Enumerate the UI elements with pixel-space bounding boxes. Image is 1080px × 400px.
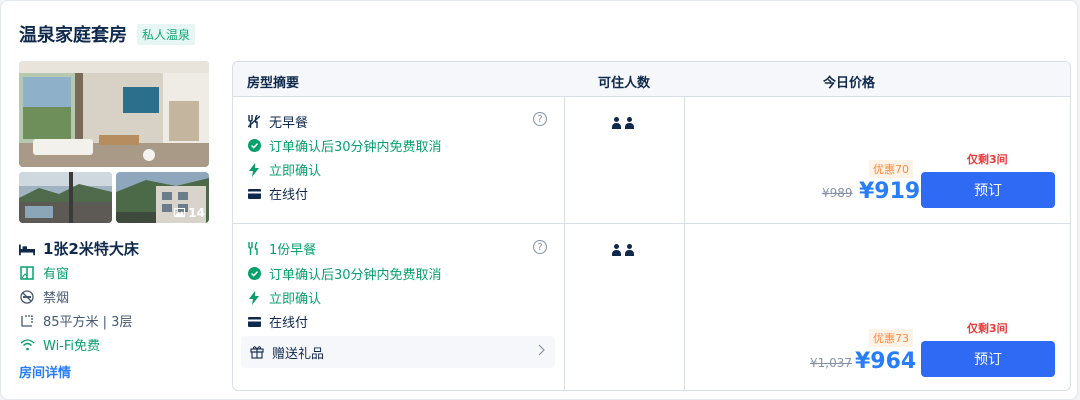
meal-label: 1份早餐 — [269, 243, 317, 258]
check-circle-icon — [247, 267, 261, 281]
feature-wifi: Wi-Fi免费 — [19, 335, 100, 354]
confirm-label: 立即确认 — [269, 292, 322, 307]
utensils-icon — [247, 242, 261, 256]
feature-area: 85平方米 | 3层 — [19, 311, 132, 330]
discount-badge: 优惠70 — [869, 160, 913, 178]
column-divider — [684, 96, 685, 390]
lightning-icon — [247, 162, 261, 177]
gift-row[interactable]: 赠送礼品 — [241, 336, 555, 368]
room-card: 温泉家庭套房 私人温泉 14 1张2米特大床 有窗 禁烟 85平方米 | 3层 … — [0, 0, 1078, 400]
smoking-label: 禁烟 — [43, 291, 70, 306]
rooms-left: 仅剩3间 — [967, 322, 1008, 335]
photo-count: 14 — [174, 206, 205, 220]
header-price: 今日价格 — [823, 76, 876, 91]
feature-smoking: 禁烟 — [19, 287, 69, 306]
room-detail-link[interactable]: 房间详情 — [19, 362, 71, 381]
feature-bed: 1张2米特大床 — [19, 238, 139, 259]
area-label: 85平方米 | 3层 — [43, 315, 133, 330]
rooms-left: 仅剩3间 — [967, 153, 1008, 166]
photo-count-value: 14 — [188, 206, 205, 220]
check-circle-icon — [247, 139, 261, 153]
header-summary: 房型摘要 — [247, 76, 300, 91]
meal-label: 无早餐 — [269, 116, 309, 131]
feature-window: 有窗 — [19, 263, 69, 282]
current-price: ¥964 — [855, 349, 917, 374]
window-icon — [19, 265, 35, 281]
book-button[interactable]: 预订 — [921, 172, 1055, 208]
person-icon — [611, 117, 622, 129]
rate-table-header: 房型摘要 可住人数 今日价格 — [233, 62, 1070, 97]
help-icon[interactable]: ? — [533, 240, 547, 254]
occupancy-icon — [611, 244, 635, 256]
column-divider — [564, 96, 565, 390]
meal-line: 1份早餐 — [247, 239, 316, 258]
bed-label: 1张2米特大床 — [43, 240, 139, 258]
cancel-line: 订单确认后30分钟内免费取消 — [247, 136, 442, 155]
confirm-line: 立即确认 — [247, 160, 321, 179]
wifi-icon — [19, 337, 35, 353]
rate-table: 房型摘要 可住人数 今日价格 无早餐 ? 订单确认后30分钟内免费取消 立即确认… — [232, 61, 1071, 391]
meal-line: 无早餐 — [247, 112, 308, 131]
room-photo-main[interactable] — [19, 61, 209, 167]
room-photo-thumb-2[interactable]: 14 — [116, 172, 209, 223]
room-photo-thumb-1[interactable] — [19, 172, 112, 223]
pay-label: 在线付 — [269, 316, 309, 331]
room-header: 温泉家庭套房 私人温泉 — [19, 21, 196, 47]
image-icon — [174, 206, 186, 220]
confirm-label: 立即确认 — [269, 164, 322, 179]
help-icon[interactable]: ? — [533, 112, 547, 126]
discount-badge: 优惠73 — [869, 329, 913, 347]
card-icon — [247, 315, 261, 329]
cancel-label: 订单确认后30分钟内免费取消 — [269, 268, 442, 283]
lightning-icon — [247, 290, 261, 305]
book-button[interactable]: 预订 — [921, 341, 1055, 377]
utensils-icon — [247, 115, 261, 129]
area-icon — [19, 313, 35, 329]
person-icon — [611, 244, 622, 256]
card-icon — [247, 187, 261, 201]
pay-line: 在线付 — [247, 312, 308, 331]
window-label: 有窗 — [43, 267, 70, 282]
current-price: ¥919 — [859, 179, 921, 204]
person-icon — [624, 244, 635, 256]
chevron-right-icon — [538, 344, 545, 360]
gift-icon — [250, 345, 264, 359]
original-price: ¥1,037 — [810, 356, 852, 370]
pay-line: 在线付 — [247, 184, 308, 203]
wifi-label: Wi-Fi免费 — [43, 339, 101, 354]
room-tag: 私人温泉 — [137, 23, 196, 45]
cancel-line: 订单确认后30分钟内免费取消 — [247, 264, 442, 283]
header-occupancy: 可住人数 — [598, 76, 651, 91]
cancel-label: 订单确认后30分钟内免费取消 — [269, 140, 442, 155]
confirm-line: 立即确认 — [247, 288, 321, 307]
original-price: ¥989 — [822, 186, 853, 200]
gift-label: 赠送礼品 — [272, 346, 325, 362]
occupancy-icon — [611, 117, 635, 129]
person-icon — [624, 117, 635, 129]
bed-icon — [19, 241, 35, 257]
room-title: 温泉家庭套房 — [19, 25, 127, 46]
row-divider — [233, 223, 1070, 224]
pay-label: 在线付 — [269, 188, 309, 203]
no-smoking-icon — [19, 289, 35, 305]
